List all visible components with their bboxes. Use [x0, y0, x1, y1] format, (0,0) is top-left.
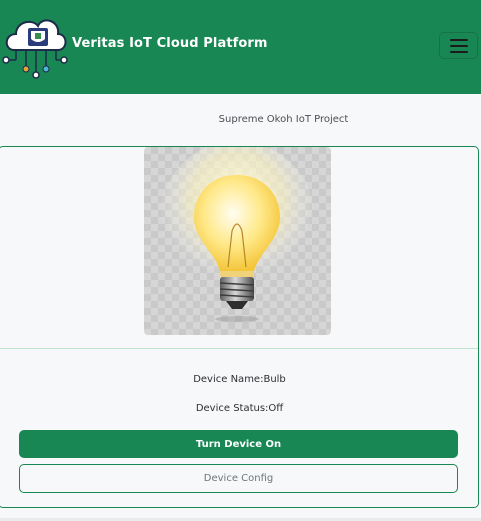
- hamburger-menu-icon: [449, 38, 468, 41]
- device-config-button[interactable]: Device Config: [19, 464, 458, 493]
- device-card: Device Name:Bulb Device Status:Off Turn …: [0, 146, 479, 508]
- project-title: Supreme Okoh IoT Project: [218, 114, 349, 125]
- brand-title[interactable]: Veritas IoT Cloud Platform: [72, 36, 268, 51]
- device-status-text: Device Status:Off: [195, 403, 284, 414]
- device-image-section: [0, 147, 478, 349]
- cloud-circuit-logo-icon[interactable]: [2, 12, 68, 80]
- light-bulb-icon: [144, 147, 331, 335]
- top-navbar: Veritas IoT Cloud Platform: [0, 0, 481, 94]
- hamburger-menu-button[interactable]: [439, 32, 478, 59]
- turn-device-on-button[interactable]: Turn Device On: [19, 430, 458, 458]
- device-name-text: Device Name:Bulb: [193, 374, 286, 385]
